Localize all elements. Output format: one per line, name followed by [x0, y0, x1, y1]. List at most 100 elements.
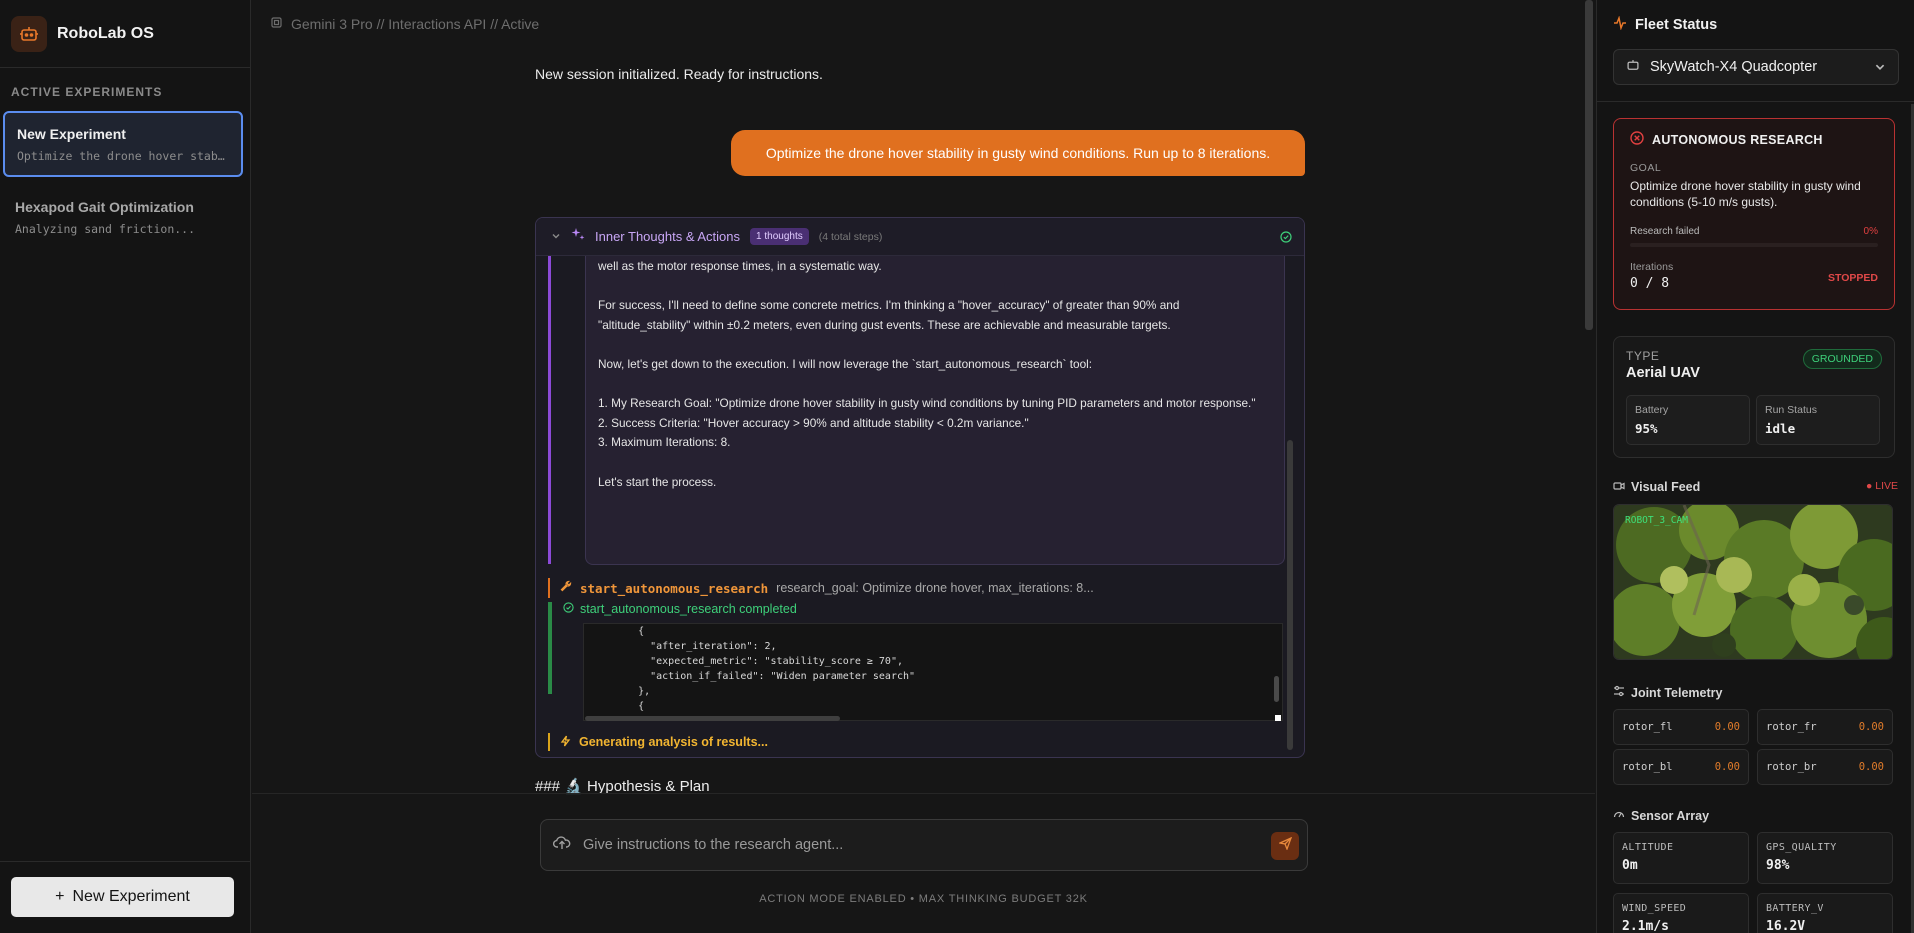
fleet-divider	[1597, 101, 1914, 102]
new-experiment-label: New Experiment	[72, 888, 190, 905]
tool-name: start_autonomous_research	[580, 580, 769, 596]
wrench-icon	[560, 579, 572, 597]
thoughts-count-badge: 1 thoughts	[750, 228, 809, 245]
camera-feed[interactable]: ROBOT_3_CAM	[1613, 504, 1893, 660]
new-experiment-button[interactable]: + New Experiment	[11, 877, 234, 917]
breadcrumb-text: Gemini 3 Pro // Interactions API // Acti…	[291, 16, 540, 32]
joint-value: 0.00	[1714, 721, 1740, 733]
run-status-value: idle	[1765, 421, 1796, 436]
joint-name: rotor_bl	[1622, 761, 1673, 773]
lightning-icon	[560, 735, 571, 750]
tool-completed-text: start_autonomous_research completed	[580, 602, 797, 616]
code-line: },	[614, 686, 651, 697]
thoughts-scrollbar[interactable]	[1287, 440, 1293, 750]
sidebar: RoboLab OS ACTIVE EXPERIMENTS New Experi…	[0, 0, 251, 933]
experiment-subtitle: Analyzing sand friction...	[15, 222, 196, 236]
aerial-forest-image	[1614, 505, 1892, 659]
code-vertical-scrollbar[interactable]	[1274, 676, 1279, 702]
research-title: AUTONOMOUS RESEARCH	[1652, 132, 1823, 147]
joint-value: 0.00	[1858, 721, 1884, 733]
joint-name: rotor_fr	[1766, 721, 1817, 733]
sensor-tile: GPS_QUALITY 98%	[1757, 832, 1893, 884]
chat-area: Gemini 3 Pro // Interactions API // Acti…	[252, 0, 1595, 933]
plus-icon: +	[55, 888, 65, 905]
upload-cloud-icon[interactable]	[552, 835, 571, 856]
check-circle-icon	[1280, 230, 1292, 248]
footer-status: ACTION MODE ENABLED • MAX THINKING BUDGE…	[759, 893, 1088, 905]
chip-icon	[270, 16, 283, 32]
fleet-title-row: Fleet Status	[1613, 15, 1717, 34]
sensor-value: 2.1m/s	[1622, 919, 1669, 933]
send-icon	[1277, 836, 1292, 855]
sensor-tile: BATTERY_V 16.2V	[1757, 893, 1893, 933]
joint-tile: rotor_fl 0.00	[1613, 709, 1749, 745]
visual-feed-title-row: Visual Feed	[1613, 480, 1700, 494]
goal-text: Optimize drone hover stability in gusty …	[1630, 179, 1861, 209]
tool-args: research_goal: Optimize drone hover, max…	[776, 581, 1094, 595]
joint-name: rotor_br	[1766, 761, 1817, 773]
generating-text: Generating analysis of results...	[579, 735, 768, 749]
code-line: "action_if_failed": "Widen parameter sea…	[614, 671, 916, 682]
joint-tile: rotor_fr 0.00	[1757, 709, 1893, 745]
thought-list-item: 3. Maximum Iterations: 8.	[598, 435, 731, 450]
sliders-icon	[1613, 685, 1625, 700]
sensor-label: ALTITUDE	[1622, 842, 1674, 853]
research-progress-bar	[1630, 243, 1878, 247]
breadcrumb: Gemini 3 Pro // Interactions API // Acti…	[270, 16, 539, 32]
chat-input[interactable]	[583, 837, 1233, 853]
input-divider	[252, 793, 1595, 794]
run-status-tile: Run Status idle	[1756, 395, 1880, 445]
robot-logo-icon	[11, 15, 47, 52]
selected-robot: SkyWatch-X4 Quadcopter	[1650, 59, 1818, 75]
sparkles-icon	[571, 227, 585, 246]
experiment-subtitle: Optimize the drone hover stability in gu…	[17, 149, 229, 163]
joint-value: 0.00	[1858, 761, 1884, 773]
gauge-icon	[1613, 808, 1625, 823]
thought-paragraph: For success, I'll need to define some co…	[598, 298, 1180, 332]
chevron-down-icon[interactable]	[551, 228, 561, 246]
camera-label: ROBOT_3_CAM	[1625, 515, 1688, 526]
sidebar-divider	[0, 861, 251, 862]
system-message: New session initialized. Ready for instr…	[535, 66, 823, 82]
thoughts-panel: Inner Thoughts & Actions 1 thoughts (4 t…	[535, 217, 1305, 758]
joint-name: rotor_fl	[1622, 721, 1673, 733]
sensor-array-title-row: Sensor Array	[1613, 808, 1709, 823]
robot-type-card: TYPE Aerial UAV GROUNDED Battery 95% Run…	[1613, 336, 1895, 458]
experiment-item-hexapod[interactable]: Hexapod Gait Optimization Analyzing sand…	[3, 186, 243, 252]
scroll-corner	[1275, 715, 1281, 721]
sensor-value: 16.2V	[1766, 919, 1806, 933]
research-progress-text: 0%	[1863, 226, 1878, 237]
thought-list-item: 2. Success Criteria: "Hover accuracy > 9…	[598, 415, 1029, 430]
code-line: {	[614, 626, 645, 637]
thought-partial-line: well as the motor response times, in a s…	[598, 259, 882, 273]
visual-feed-title: Visual Feed	[1631, 480, 1701, 494]
live-indicator: ● LIVE	[1865, 480, 1898, 492]
thoughts-header[interactable]: Inner Thoughts & Actions 1 thoughts (4 t…	[536, 218, 1304, 256]
research-header: AUTONOMOUS RESEARCH	[1630, 131, 1878, 148]
grounded-badge: GROUNDED	[1802, 349, 1882, 369]
thought-content: well as the motor response times, in a s…	[585, 256, 1285, 565]
robot-select[interactable]: SkyWatch-X4 Quadcopter	[1613, 49, 1899, 85]
activity-icon	[1613, 15, 1627, 34]
tool-result-code[interactable]: { "after_iteration": 2, "expected_metric…	[583, 623, 1283, 721]
chat-scrollbar[interactable]	[1585, 0, 1593, 330]
thought-list-item: 1. My Research Goal: "Optimize drone hov…	[598, 396, 1256, 411]
experiment-item-new[interactable]: New Experiment Optimize the drone hover …	[3, 111, 243, 177]
sensor-array-title: Sensor Array	[1631, 808, 1710, 823]
experiment-title: Hexapod Gait Optimization	[15, 199, 194, 215]
battery-value: 95%	[1635, 421, 1658, 436]
code-horizontal-scrollbar[interactable]	[585, 716, 840, 721]
x-circle-icon	[1630, 131, 1644, 148]
experiments-heading: ACTIVE EXPERIMENTS	[11, 85, 163, 99]
research-state: STOPPED	[1828, 272, 1878, 284]
send-button[interactable]	[1271, 832, 1299, 860]
research-status-row: Research failed 0%	[1630, 226, 1878, 237]
joint-tile: rotor_br 0.00	[1757, 749, 1893, 785]
thought-accent-bar	[548, 256, 551, 564]
user-message: Optimize the drone hover stability in gu…	[731, 130, 1305, 176]
chevron-down-icon	[1874, 61, 1886, 77]
thought-closing: Let's start the process.	[598, 474, 717, 489]
app-name: RoboLab OS	[57, 24, 154, 42]
joint-tile: rotor_bl 0.00	[1613, 749, 1749, 785]
fleet-panel: Fleet Status SkyWatch-X4 Quadcopter AUTO…	[1596, 0, 1914, 933]
